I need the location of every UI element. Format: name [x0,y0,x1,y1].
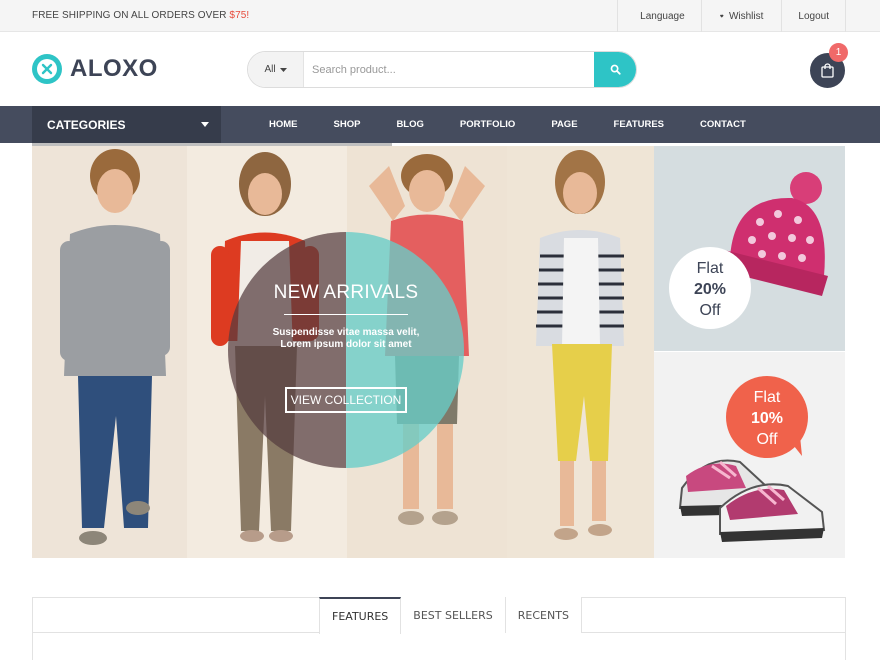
hero-title: NEW ARRIVALS [273,282,419,303]
language-link[interactable]: Language [617,0,701,32]
wishlist-link[interactable]: Wishlist [701,0,781,32]
heart-icon [720,14,724,18]
logout-label: Logout [798,10,829,22]
categories-dropdown[interactable]: CATEGORIES [32,106,221,143]
wishlist-label: Wishlist [728,10,764,22]
nav-item-home[interactable]: HOME [251,106,316,143]
search-category-value: All [264,64,276,75]
logo-icon [32,54,62,84]
view-collection-button[interactable]: VIEW COLLECTION [285,387,407,413]
discount-badge-percent: 20% [693,281,727,298]
nav-menu: HOME SHOP BLOG PORTFOLIO PAGE FEATURES C… [251,106,764,143]
discount-badge-percent: 10% [750,410,784,427]
nav-item-page[interactable]: PAGE [533,106,595,143]
discount-badge: Flat 20% Off [669,247,751,329]
caret-down-icon [201,122,209,127]
search-category-select[interactable]: All [248,52,304,87]
categories-label: CATEGORIES [47,117,126,132]
tab-recents[interactable]: RECENTS [505,597,582,633]
nav-item-blog[interactable]: BLOG [378,106,441,143]
nav-item-features[interactable]: FEATURES [596,106,683,143]
shipping-amount: $75! [229,10,250,21]
hero-banner[interactable]: NEW ARRIVALS Suspendisse vitae massa vel… [32,146,654,558]
product-tabs: FEATURES BEST SELLERS RECENTS [319,597,582,634]
caret-down-icon [279,67,287,72]
cart-count-badge: 1 [829,43,848,62]
badge-pointer [786,436,802,456]
shopping-bag-icon [821,63,834,78]
discount-badge-line3: Off [699,302,721,319]
free-shipping-notice: FREE SHIPPING ON ALL ORDERS OVER $75! [32,10,249,21]
search-icon [610,64,621,75]
site-logo[interactable]: ALOXO [32,54,158,84]
nav-item-portfolio[interactable]: PORTFOLIO [442,106,533,143]
tab-features[interactable]: FEATURES [319,597,402,634]
kid-photo-girl-striped-cardigan [536,150,624,540]
shipping-text: FREE SHIPPING ON ALL ORDERS OVER [32,10,230,21]
account-links: Language Wishlist Logout [617,0,846,32]
nav-item-contact[interactable]: CONTACT [682,106,764,143]
main-navigation: CATEGORIES HOME SHOP BLOG PORTFOLIO PAGE… [0,106,880,143]
hero-divider [284,314,408,315]
discount-badge-line1: Flat [696,260,724,277]
discount-badge-line1: Flat [753,389,781,406]
search-bar: All [247,51,637,88]
top-bar: FREE SHIPPING ON ALL ORDERS OVER $75! La… [0,0,880,32]
logout-link[interactable]: Logout [781,0,846,32]
hero-text-block: NEW ARRIVALS Suspendisse vitae massa vel… [229,282,463,351]
search-input[interactable] [304,52,594,87]
tab-best-sellers[interactable]: BEST SELLERS [401,597,506,633]
sneakers-image [678,459,826,542]
kid-photo-boy-grey-jacket [60,149,170,545]
search-button[interactable] [594,52,636,87]
nav-item-shop[interactable]: SHOP [316,106,379,143]
hero-subtitle: Suspendisse vitae massa velit, Lorem ips… [272,327,420,350]
language-label: Language [640,10,685,22]
logo-text: ALOXO [70,55,158,82]
